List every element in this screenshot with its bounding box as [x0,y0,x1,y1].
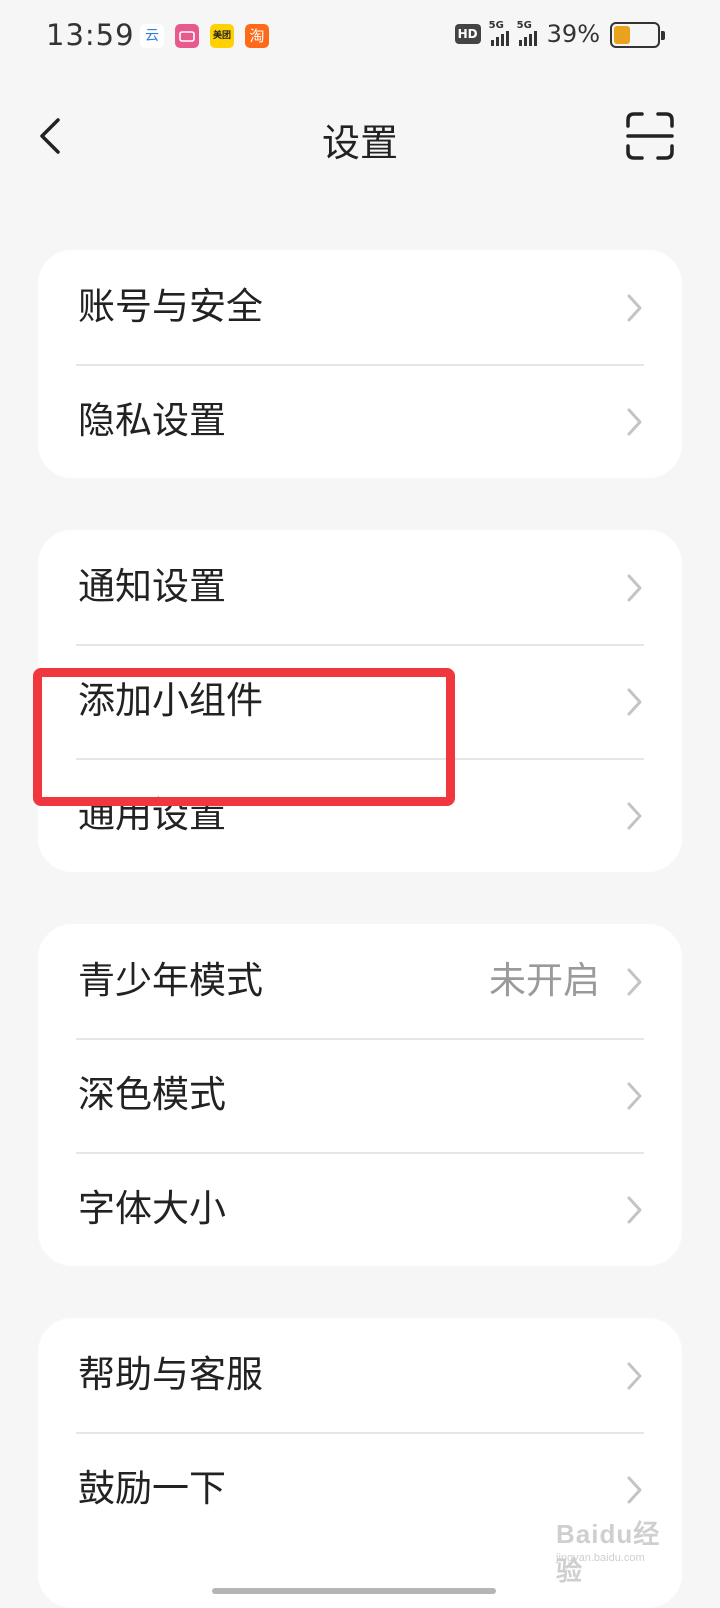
signal-icon-1: 5G [489,20,509,46]
settings-item-label: 添加小组件 [78,679,263,722]
battery-cap [661,31,665,40]
chevron-right-icon [627,294,642,322]
settings-group-account: 账号与安全 隐私设置 [38,250,682,478]
settings-item-notifications[interactable]: 通知设置 [38,530,682,644]
home-indicator[interactable] [212,1588,496,1594]
settings-item-label: 账号与安全 [78,285,263,328]
settings-item-label: 深色模式 [78,1073,226,1116]
page-title: 设置 [321,121,398,165]
settings-item-label: 隐私设置 [78,399,226,442]
settings-group-general: 通知设置 添加小组件 通用设置 [38,530,682,872]
status-bar: 13:59 云 美团 淘 HD 5G 5G 39% [0,0,720,76]
settings-item-label: 青少年模式 [78,959,263,1002]
settings-item-general[interactable]: 通用设置 [38,758,682,872]
baidu-jingyan-watermark: Baidu经验 jingyan.baidu.com [552,1510,682,1586]
nav-bar: 设置 [0,96,720,176]
settings-item-font-size[interactable]: 字体大小 [38,1152,682,1266]
signal-icon-2: 5G [517,20,537,46]
settings-group-display: 青少年模式 未开启 深色模式 字体大小 [38,924,682,1266]
chevron-right-icon [627,688,642,716]
settings-item-account-security[interactable]: 账号与安全 [38,250,682,364]
notification-app-icons: 云 美团 淘 [140,24,269,48]
settings-item-label: 帮助与客服 [78,1353,263,1396]
scan-button[interactable] [624,110,676,162]
battery-level [614,26,631,44]
meituan-app-icon: 美团 [210,24,234,48]
scan-icon [626,112,674,160]
settings-item-teen-mode[interactable]: 青少年模式 未开启 [38,924,682,1038]
cloud-app-icon: 云 [140,24,164,48]
chevron-right-icon [627,1362,642,1390]
watermark-subtext: jingyan.baidu.com [556,1552,645,1564]
settings-item-add-widget[interactable]: 添加小组件 [38,644,682,758]
settings-item-dark-mode[interactable]: 深色模式 [38,1038,682,1152]
chevron-right-icon [627,408,642,436]
settings-item-help-support[interactable]: 帮助与客服 [38,1318,682,1432]
settings-item-label: 通用设置 [78,793,226,836]
chevron-right-icon [627,1196,642,1224]
status-time: 13:59 [46,18,135,52]
watermark-text: Baidu经验 [556,1519,661,1586]
taobao-app-icon: 淘 [245,24,269,48]
battery-percent: 39% [546,20,600,48]
chevron-right-icon [627,1082,642,1110]
hd-voice-icon: HD [454,24,481,44]
settings-item-label: 鼓励一下 [78,1467,226,1510]
teen-mode-status: 未开启 [489,959,600,1002]
settings-item-label: 字体大小 [78,1187,226,1230]
photo-app-icon [175,24,199,48]
settings-item-privacy[interactable]: 隐私设置 [38,364,682,478]
chevron-right-icon [627,574,642,602]
settings-item-label: 通知设置 [78,565,226,608]
chevron-right-icon [627,1476,642,1504]
battery-icon [610,22,660,48]
chevron-right-icon [627,968,642,996]
chevron-right-icon [627,802,642,830]
